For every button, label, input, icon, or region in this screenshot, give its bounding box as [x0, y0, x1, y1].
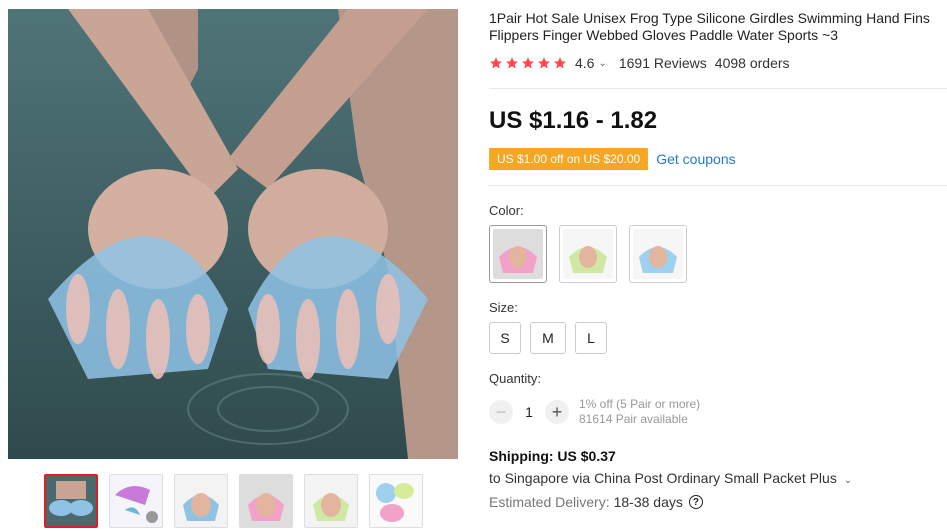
- product-title: 1Pair Hot Sale Unisex Frog Type Silicone…: [489, 10, 930, 43]
- coupon-row: US $1.00 off on US $20.00 Get coupons: [486, 148, 736, 170]
- coupon-badge: US $1.00 off on US $20.00: [486, 148, 649, 170]
- size-option-l[interactable]: L: [575, 322, 607, 354]
- product-info-panel: 1Pair Hot Sale Unisex Frog Type Silicone…: [486, 0, 947, 531]
- stock-available: 81614 Pair available: [579, 412, 688, 426]
- quantity-info: 1% off (5 Pair or more) 81614 Pair avail…: [579, 397, 700, 427]
- thumbnail-strip: [44, 474, 423, 528]
- get-coupons-link[interactable]: Get coupons: [656, 151, 735, 167]
- thumbnail-1[interactable]: [44, 474, 98, 528]
- thumbnail-2[interactable]: [109, 474, 163, 528]
- product-photo: [8, 9, 458, 459]
- increase-quantity-button[interactable]: +: [545, 400, 569, 424]
- shipping-cost: Shipping: US $0.37: [489, 448, 616, 464]
- thumbnail-6[interactable]: [369, 474, 423, 528]
- color-swatch-green[interactable]: [559, 225, 617, 283]
- decrease-quantity-button[interactable]: −: [489, 400, 513, 424]
- green-gloves-image: [563, 229, 613, 279]
- main-product-image[interactable]: [8, 9, 458, 459]
- thumbnail-3[interactable]: [174, 474, 228, 528]
- estimated-delivery: Estimated Delivery: 18-38 days ?: [489, 494, 703, 510]
- chevron-down-icon: ⌄: [843, 475, 853, 486]
- chevron-down-icon[interactable]: ⌄: [598, 58, 606, 69]
- thumbnail-5[interactable]: [304, 474, 358, 528]
- divider: [489, 185, 947, 186]
- quantity-stepper: − 1 + 1% off (5 Pair or more) 81614 Pair…: [489, 397, 700, 427]
- bulk-discount: 1% off (5 Pair or more): [579, 397, 701, 411]
- size-option-s[interactable]: S: [489, 322, 521, 354]
- star-rating: [489, 56, 567, 70]
- divider: [489, 88, 947, 89]
- color-swatches: [489, 225, 687, 283]
- rating-value[interactable]: 4.6: [575, 55, 594, 71]
- delivery-days: 18-38 days: [613, 494, 683, 510]
- shipping-destination[interactable]: to Singapore via China Post Ordinary Sma…: [489, 470, 852, 486]
- star-icon: [538, 57, 550, 69]
- pink-gloves-image: [493, 229, 543, 279]
- rating-row: 4.6 ⌄ 1691 Reviews 4098 orders: [489, 55, 790, 71]
- quantity-input[interactable]: 1: [513, 404, 545, 420]
- star-icon: [522, 57, 534, 69]
- quantity-label: Quantity:: [489, 371, 542, 386]
- blue-gloves-image: [633, 229, 683, 279]
- question-icon[interactable]: ?: [688, 495, 703, 509]
- color-label: Color:: [489, 203, 524, 218]
- star-icon: [554, 57, 566, 69]
- size-label: Size:: [489, 300, 518, 315]
- thumbnail-4[interactable]: [239, 474, 293, 528]
- reviews-count[interactable]: 1691 Reviews: [619, 55, 707, 71]
- price: US $1.16 - 1.82: [489, 107, 658, 134]
- color-swatch-blue[interactable]: [629, 225, 687, 283]
- size-options: S M L: [489, 322, 607, 354]
- star-icon: [506, 57, 518, 69]
- color-swatch-pink[interactable]: [489, 225, 547, 283]
- size-option-m[interactable]: M: [530, 322, 566, 354]
- shipping-destination-text: to Singapore via China Post Ordinary Sma…: [489, 470, 837, 486]
- orders-count: 4098 orders: [714, 55, 790, 71]
- delivery-label: Estimated Delivery:: [489, 494, 610, 510]
- star-icon: [490, 57, 502, 69]
